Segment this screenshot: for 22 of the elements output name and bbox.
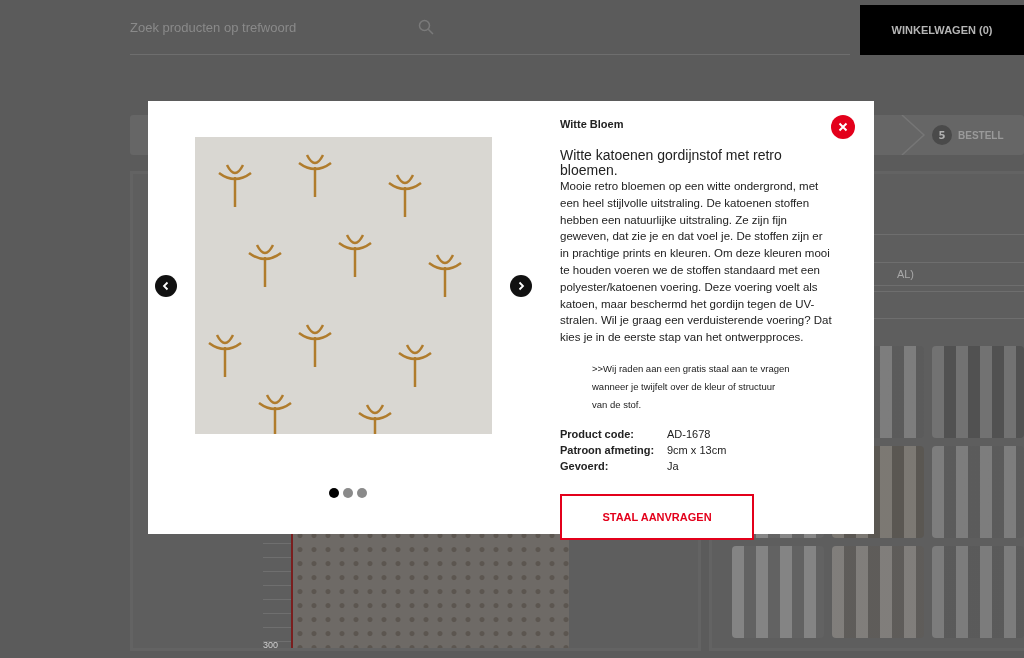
ruler-label: 300 (263, 640, 279, 650)
spec-label: Product code: (560, 427, 635, 440)
spec-label: Patroon afmeting: (560, 443, 656, 456)
spec-value: AD-1678 (667, 427, 712, 440)
cart-button[interactable]: WINKELWAGEN (0) (860, 5, 1024, 55)
request-sample-button[interactable]: STAAL AANVRAGEN (560, 493, 754, 540)
slide-dot[interactable] (329, 488, 339, 498)
close-icon (838, 122, 848, 132)
product-heading: Witte katoenen gordijnstof met retro bloemen. (560, 148, 783, 178)
close-button[interactable] (831, 115, 855, 139)
spec-label: Gevoerd: (560, 459, 610, 472)
slide-dot[interactable] (343, 488, 353, 498)
chevron-left-icon (161, 280, 171, 291)
step-number: 5 (932, 125, 952, 145)
chevron-right-icon (516, 280, 526, 291)
previous-button[interactable] (155, 274, 177, 297)
spec-value: 9cm x 13cm (667, 443, 728, 456)
next-button[interactable] (510, 274, 532, 297)
spec-value: Ja (667, 459, 680, 472)
product-title: Witte Bloem (560, 118, 625, 130)
sample-note: >>Wij raden aan een gratis staal aan te vragen wanneer je twijfelt over de kleur of structuur van de stof. (592, 361, 791, 412)
slide-dot[interactable] (357, 488, 367, 498)
